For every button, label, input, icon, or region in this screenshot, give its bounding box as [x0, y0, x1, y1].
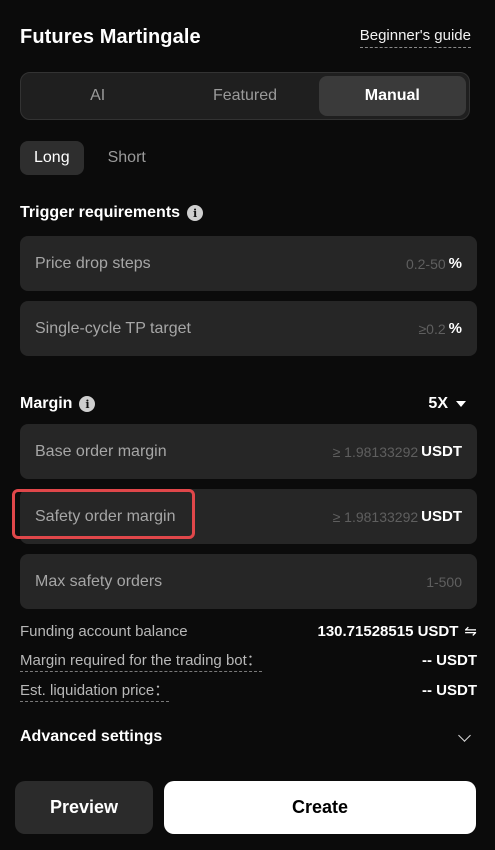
field-label: Safety order margin: [35, 507, 176, 525]
caret-down-icon: [456, 401, 466, 407]
swap-icon[interactable]: ⇋: [464, 622, 477, 640]
price-drop-steps-field[interactable]: Price drop steps 0.2-50 %: [20, 236, 477, 291]
page-title: Futures Martingale: [20, 25, 201, 48]
field-label: Single-cycle TP target: [35, 319, 191, 337]
margin-required-value: -- USDT: [422, 651, 477, 669]
single-cycle-tp-target-field[interactable]: Single-cycle TP target ≥0.2 %: [20, 301, 477, 356]
trigger-requirements-heading: Trigger requirements i: [20, 204, 204, 222]
beginners-guide-link[interactable]: Beginner's guide: [359, 27, 471, 48]
field-unit: USDT: [421, 443, 462, 460]
trigger-requirements-label: Trigger requirements: [20, 204, 181, 221]
field-label: Max safety orders: [35, 572, 163, 590]
field-placeholder: ≥ 1.98133292: [332, 508, 419, 525]
field-unit: USDT: [421, 508, 462, 525]
margin-required-row: Margin required for the trading bot： -- …: [20, 649, 477, 672]
field-placeholder: ≥0.2: [418, 320, 446, 337]
base-order-margin-field[interactable]: Base order margin ≥ 1.98133292 USDT: [20, 424, 477, 479]
preview-button[interactable]: Preview: [15, 781, 153, 834]
create-button[interactable]: Create: [164, 781, 476, 834]
funding-balance-value: 130.71528515 USDT: [317, 622, 459, 640]
field-placeholder: ≥ 1.98133292: [332, 443, 419, 460]
leverage-value: 5X: [428, 395, 448, 412]
field-label: Price drop steps: [35, 254, 151, 272]
liquidation-price-value: -- USDT: [422, 681, 477, 699]
field-placeholder: 1-500: [426, 573, 462, 590]
long-tab[interactable]: Long: [20, 141, 84, 175]
tab-manual[interactable]: Manual: [318, 76, 466, 116]
mode-tabs: AI Featured Manual: [20, 72, 470, 120]
field-label: Base order margin: [35, 442, 167, 460]
funding-balance-row: Funding account balance 130.71528515 USD…: [20, 620, 477, 642]
direction-toggle: Long Short: [20, 141, 160, 175]
info-label[interactable]: Margin required for the trading bot：: [20, 649, 262, 672]
margin-heading: Margin i: [20, 395, 96, 413]
info-label[interactable]: Est. liquidation price：: [20, 679, 170, 702]
tab-ai[interactable]: AI: [24, 76, 171, 116]
field-placeholder: 0.2-50: [405, 255, 446, 272]
chevron-down-icon: [458, 728, 471, 742]
short-tab[interactable]: Short: [94, 141, 160, 175]
margin-label: Margin: [20, 395, 73, 412]
leverage-dropdown[interactable]: 5X: [428, 395, 466, 413]
liquidation-price-row: Est. liquidation price： -- USDT: [20, 679, 477, 702]
info-icon[interactable]: i: [79, 396, 96, 412]
field-unit: %: [448, 320, 462, 337]
field-unit: %: [448, 255, 462, 272]
header: Futures Martingale Beginner's guide: [20, 22, 471, 52]
safety-order-margin-field[interactable]: Safety order margin ≥ 1.98133292 USDT: [20, 489, 477, 544]
max-safety-orders-field[interactable]: Max safety orders 1-500: [20, 554, 477, 609]
advanced-settings-label: Advanced settings: [20, 728, 163, 745]
info-label: Funding account balance: [20, 622, 188, 640]
advanced-settings-toggle[interactable]: Advanced settings: [20, 726, 473, 748]
tab-featured[interactable]: Featured: [171, 76, 318, 116]
info-icon[interactable]: i: [187, 205, 204, 221]
